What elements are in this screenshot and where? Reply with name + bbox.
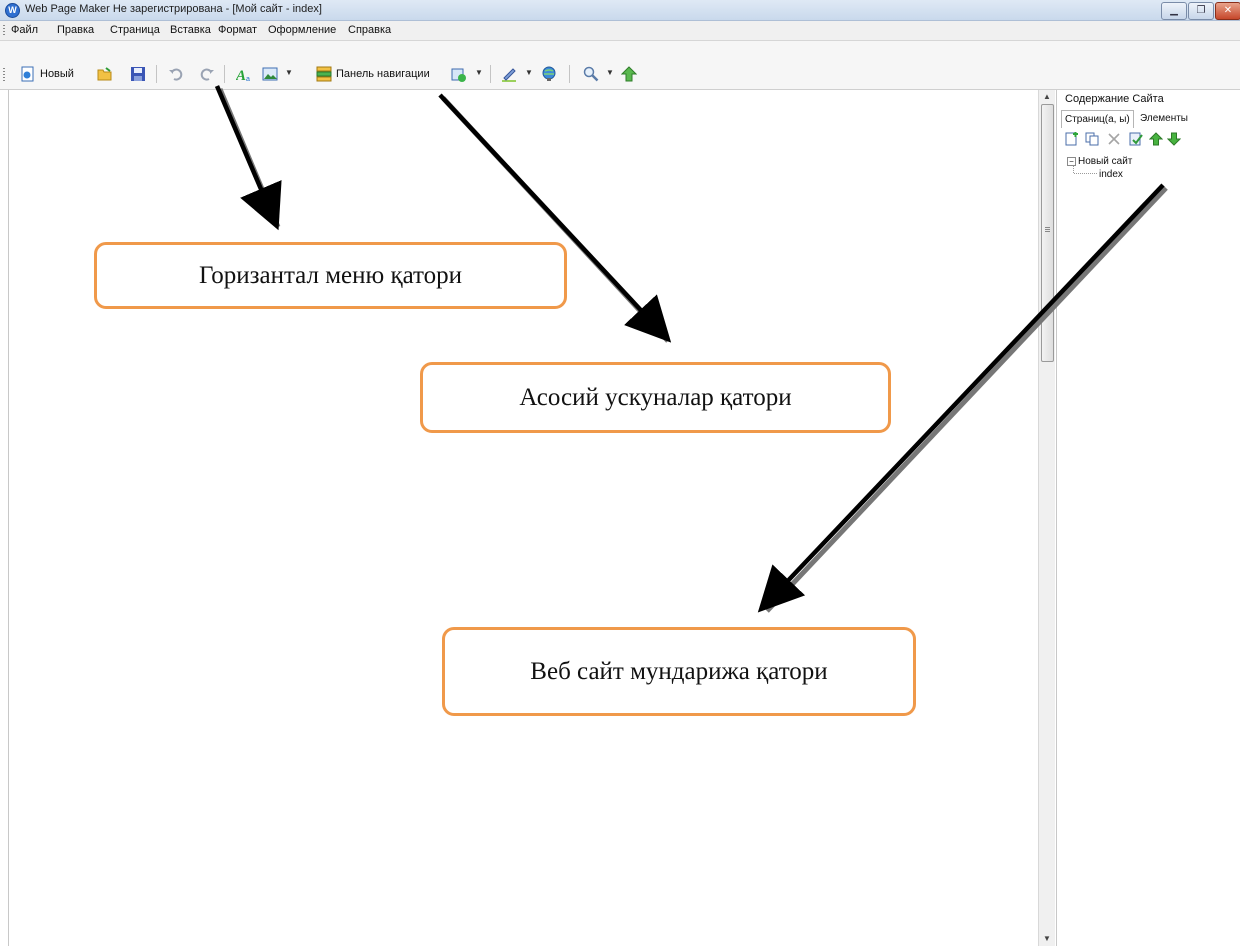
callout-site-content: Веб сайт мундарижа қатори xyxy=(442,627,916,716)
annotation-arrows xyxy=(214,85,1168,613)
arrow-to-menu-callout xyxy=(214,85,282,231)
callout-toolbar: Асосий ускуналар қатори xyxy=(420,362,891,433)
callout-menu-bar: Горизантал меню қатори xyxy=(94,242,567,309)
